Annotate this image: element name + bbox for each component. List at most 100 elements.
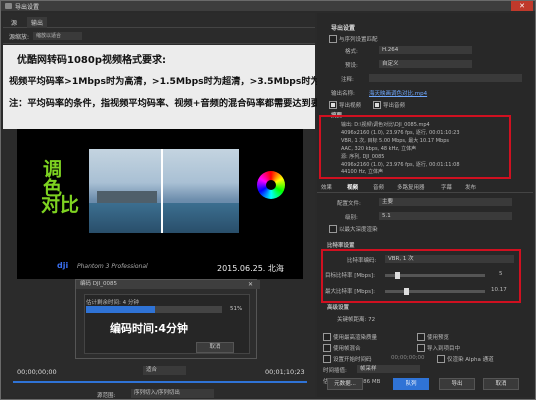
source-scaling-select[interactable]: 缩放以适合 bbox=[33, 32, 82, 40]
encode-dialog-close[interactable]: ✕ bbox=[248, 280, 253, 289]
profile-select[interactable]: 主要 bbox=[379, 198, 512, 206]
time-interp-select[interactable]: 帧采样 bbox=[357, 365, 420, 373]
cancel-button[interactable]: 取消 bbox=[483, 378, 519, 390]
format-select[interactable]: H.264 bbox=[379, 46, 472, 54]
comments-label: 注释: bbox=[341, 77, 354, 83]
description-line-1: 优酷网转码1080p视频格式要求: bbox=[17, 55, 166, 66]
summary-line-1: 输出: D:\视频\调色对比\DJI_0085.mp4 bbox=[341, 122, 430, 128]
summary-line-3: VBR, 1 次, 目标 5.00 Mbps, 最大 10.17 Mbps bbox=[341, 138, 449, 144]
frame-blend-checkbox[interactable] bbox=[323, 344, 331, 352]
max-depth-checkbox[interactable] bbox=[329, 225, 337, 233]
timeline-bar: 00;00;00;00 适合 00;01;10;23 源范围: 序列切入/序列切… bbox=[3, 363, 315, 399]
encode-cancel-button[interactable]: 取消 bbox=[196, 342, 234, 353]
settings-tabs: 效果 视频 音频 多路复用器 字幕 发布 bbox=[317, 181, 533, 193]
max-bitrate-slider[interactable] bbox=[385, 288, 485, 295]
match-sequence-checkbox[interactable] bbox=[329, 35, 337, 43]
close-button[interactable]: ✕ bbox=[511, 1, 533, 11]
tab-audio[interactable]: 音频 bbox=[373, 183, 384, 191]
comparison-photo bbox=[89, 149, 239, 233]
video-title-line-2: 对比 bbox=[41, 194, 80, 216]
summary-line-6: 4096x2160 (1.0), 23.976 fps, 逐行, 00:01:1… bbox=[341, 162, 460, 168]
keyframe-distance: 关键帧距离: 72 bbox=[337, 317, 376, 323]
encode-time: 编码时间:4分钟 bbox=[110, 322, 189, 335]
tab-effects[interactable]: 效果 bbox=[321, 183, 332, 191]
export-button[interactable]: 导出 bbox=[439, 378, 475, 390]
summary-line-7: 44100 Hz, 立体声 bbox=[341, 169, 384, 175]
encode-percent: 51% bbox=[230, 306, 243, 312]
source-range-select[interactable]: 序列切入/序列切出 bbox=[131, 389, 214, 398]
tab-video[interactable]: 视频 bbox=[347, 183, 358, 191]
app-icon bbox=[5, 3, 12, 9]
import-project-checkbox[interactable] bbox=[417, 344, 425, 352]
metadata-button[interactable]: 元数据... bbox=[327, 378, 363, 390]
tab-publish[interactable]: 发布 bbox=[465, 183, 476, 191]
bitrate-highlight: 比特率编码: VBR, 1 次 目标比特率 [Mbps]: 5 最大比特率 [M… bbox=[321, 249, 521, 303]
description-overlay: 优酷网转码1080p视频格式要求: 视频平均码率>1Mbps时为高清，>1.5M… bbox=[3, 45, 355, 129]
use-preview-label: 使用预览 bbox=[427, 335, 450, 341]
export-settings-header: 导出设置 bbox=[331, 25, 356, 32]
preset-label: 预设: bbox=[345, 63, 358, 69]
export-audio-label: 导出音频 bbox=[383, 103, 406, 109]
start-timecode: 00;00;00;00 bbox=[17, 368, 57, 376]
video-title-line-1: 调色 bbox=[40, 159, 62, 197]
max-quality-checkbox[interactable] bbox=[323, 333, 331, 341]
bitrate-encoding-select[interactable]: VBR, 1 次 bbox=[385, 255, 514, 263]
set-start-tc-label: 设置开始时间码 bbox=[333, 357, 372, 363]
preset-select[interactable]: 自定义 bbox=[379, 60, 472, 68]
export-video-checkbox[interactable] bbox=[329, 101, 337, 109]
alpha-only-label: 仅渲染 Alpha 通道 bbox=[447, 357, 494, 363]
target-bitrate-label: 目标比特率 [Mbps]: bbox=[325, 273, 375, 279]
bitrate-header: 比特率设置 bbox=[327, 243, 355, 249]
encode-dialog: 编码 DJI_0085 ✕ 估计剩余时间: 4 分钟 51% 编码时间:4分钟 … bbox=[75, 279, 260, 359]
source-scaling-row: 源缩放: 缩放以适合 bbox=[3, 29, 315, 44]
target-bitrate-value[interactable]: 5 bbox=[499, 271, 503, 277]
tab-source[interactable]: 源 bbox=[7, 17, 21, 28]
max-depth-label: 以最大深度渲染 bbox=[339, 227, 378, 233]
alpha-only-checkbox[interactable] bbox=[437, 355, 445, 363]
color-wheel-icon bbox=[257, 171, 285, 199]
max-bitrate-knob[interactable] bbox=[404, 288, 409, 295]
frame-blend-label: 使用帧混合 bbox=[333, 346, 361, 352]
title-bar: 导出设置 ✕ bbox=[1, 1, 535, 11]
remaining-time: 估计剩余时间: 4 分钟 bbox=[86, 300, 139, 306]
tab-multiplexer[interactable]: 多路复用器 bbox=[397, 183, 425, 191]
split-line bbox=[161, 149, 163, 233]
use-preview-checkbox[interactable] bbox=[417, 333, 425, 341]
format-label: 格式: bbox=[345, 49, 358, 55]
level-select[interactable]: 5.1 bbox=[379, 212, 512, 220]
target-bitrate-slider[interactable] bbox=[385, 272, 485, 279]
bitrate-encoding-label: 比特率编码: bbox=[347, 258, 377, 264]
left-panel: 源 输出 源缩放: 缩放以适合 优酷网转码1080p视频格式要求: 视频平均码率… bbox=[3, 13, 355, 399]
description-line-2: 视频平均码率>1Mbps时为高清，>1.5Mbps时为超清，>3.5Mbps时为… bbox=[9, 76, 356, 87]
max-quality-label: 使用最高渲染质量 bbox=[333, 335, 378, 341]
match-sequence-label: 与序列设置匹配 bbox=[339, 37, 378, 43]
sea bbox=[89, 203, 239, 233]
max-bitrate-label: 最大比特率 [Mbps]: bbox=[325, 289, 375, 295]
export-settings-window: 导出设置 ✕ 源 输出 源缩放: 缩放以适合 优酷网转码1080p视频格式要求:… bbox=[0, 0, 536, 400]
tab-output[interactable]: 输出 bbox=[27, 17, 48, 28]
phantom-label: Phantom 3 Professional bbox=[77, 263, 148, 270]
export-video-label: 导出视频 bbox=[339, 103, 362, 109]
zoom-fit-select[interactable]: 适合 bbox=[143, 366, 186, 375]
output-name-link[interactable]: 海天映画调色对比.mp4 bbox=[369, 89, 427, 97]
encode-dialog-title: 编码 DJI_0085 bbox=[76, 280, 260, 289]
time-interp-label: 时间插值: bbox=[323, 368, 347, 374]
export-audio-checkbox[interactable] bbox=[373, 101, 381, 109]
encode-progress-bar bbox=[86, 306, 222, 313]
summary-line-2: 4096x2160 (1.0), 23.976 fps, 逐行, 00:01:1… bbox=[341, 130, 460, 136]
set-start-tc-checkbox[interactable] bbox=[323, 355, 331, 363]
queue-button[interactable]: 队列 bbox=[393, 378, 429, 390]
level-label: 级别: bbox=[345, 215, 358, 221]
tab-captions[interactable]: 字幕 bbox=[441, 183, 452, 191]
comments-field[interactable] bbox=[369, 74, 522, 82]
profile-label: 配置文件: bbox=[337, 201, 361, 207]
start-tc-field[interactable]: 00;00;00;00 bbox=[391, 355, 425, 361]
timeline-track[interactable] bbox=[13, 381, 307, 383]
advanced-header: 高级设置 bbox=[327, 305, 350, 311]
max-bitrate-value[interactable]: 10.17 bbox=[491, 287, 507, 293]
end-timecode: 00;01;10;23 bbox=[265, 368, 305, 376]
target-bitrate-knob[interactable] bbox=[394, 272, 400, 279]
source-scaling-label: 源缩放: bbox=[9, 34, 30, 41]
window-title: 导出设置 bbox=[15, 4, 40, 11]
encode-progress-fill bbox=[86, 306, 156, 313]
